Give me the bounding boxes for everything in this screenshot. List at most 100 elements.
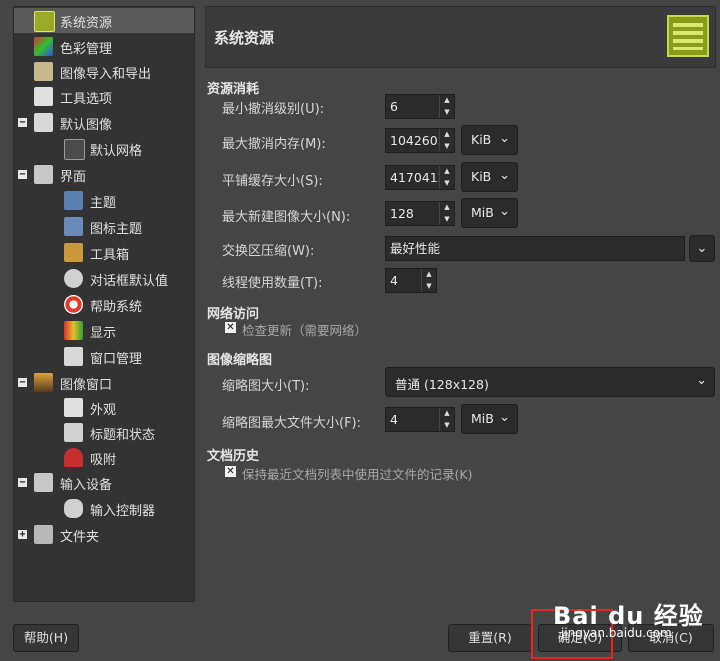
thumbnail-max-size-spinner[interactable]: 4 ▲ ▼: [385, 407, 455, 432]
sidebar-item-snapping[interactable]: 吸附: [14, 445, 194, 470]
threads-label: 线程使用数量(T):: [222, 276, 323, 291]
keep-record-checkbox[interactable]: ✕: [225, 466, 236, 477]
sidebar-item-toolbox[interactable]: 工具箱: [14, 240, 194, 265]
chevron-down-icon: ⌄: [499, 168, 510, 183]
threads-spinner[interactable]: 4 ▲ ▼: [385, 268, 437, 293]
collapse-icon[interactable]: −: [18, 478, 27, 488]
check-updates-label: 检查更新（需要网络）: [242, 323, 368, 338]
lifebuoy-icon: [64, 295, 83, 314]
decrement-icon[interactable]: ▼: [422, 281, 436, 293]
window-management-icon: [64, 347, 83, 366]
increment-icon[interactable]: ▲: [422, 269, 436, 281]
sidebar-item-interface[interactable]: − 界面: [14, 162, 194, 187]
sidebar-item-image-window[interactable]: − 图像窗口: [14, 370, 194, 395]
dialog-defaults-icon: [64, 269, 83, 288]
memory-chip-icon: [667, 15, 709, 57]
chevron-down-icon: ⌄: [499, 204, 510, 219]
image-import-icon: [34, 62, 53, 81]
expand-icon[interactable]: +: [18, 530, 27, 540]
sidebar-item-tool-options[interactable]: 工具选项: [14, 84, 194, 109]
undo-memory-spinner[interactable]: 1042603 ▲▼: [385, 128, 455, 153]
decrement-icon[interactable]: ▼: [440, 178, 454, 190]
thumbnail-max-size-value[interactable]: 4: [386, 408, 439, 431]
input-devices-icon: [34, 473, 53, 492]
input-controllers-icon: [64, 499, 83, 518]
thumbnail-max-size-unit-select[interactable]: MiB ⌄: [461, 404, 518, 434]
magnet-icon: [64, 448, 83, 467]
sidebar-item-default-grid[interactable]: 默认网格: [14, 136, 194, 161]
undo-levels-value[interactable]: 6: [386, 95, 439, 118]
interface-icon: [34, 165, 53, 184]
sidebar-item-display[interactable]: 显示: [14, 318, 194, 343]
sidebar-item-window-management[interactable]: 窗口管理: [14, 344, 194, 369]
threads-value[interactable]: 4: [386, 269, 421, 292]
decrement-icon[interactable]: ▼: [440, 214, 454, 226]
swap-compression-label: 交换区压缩(W):: [222, 244, 315, 259]
tile-cache-value[interactable]: 4170412: [386, 166, 439, 189]
icon-theme-icon: [64, 217, 83, 236]
tile-cache-unit-select[interactable]: KiB ⌄: [461, 162, 518, 192]
sidebar-item-folders[interactable]: + 文件夹: [14, 522, 194, 547]
collapse-icon[interactable]: −: [18, 378, 27, 388]
reset-button[interactable]: 重置(R): [448, 624, 532, 652]
check-updates-checkbox[interactable]: ✕: [225, 322, 236, 333]
grid-icon: [64, 139, 85, 160]
chevron-down-icon: ⌄: [499, 131, 510, 146]
title-status-icon: [64, 423, 83, 442]
keep-record-label: 保持最近文档列表中使用过文件的记录(K): [242, 467, 473, 482]
collapse-icon[interactable]: −: [18, 170, 27, 180]
decrement-icon[interactable]: ▼: [440, 107, 454, 119]
color-management-icon: [34, 37, 53, 56]
chevron-down-icon: ⌄: [696, 241, 708, 256]
swap-compression-dropdown-button[interactable]: ⌄: [689, 235, 715, 262]
undo-memory-unit-select[interactable]: KiB ⌄: [461, 125, 518, 155]
undo-memory-label: 最大撤消内存(M):: [222, 137, 326, 152]
decrement-icon[interactable]: ▼: [440, 141, 454, 153]
max-new-image-unit: MiB: [471, 205, 494, 220]
help-button[interactable]: 帮助(H): [13, 624, 79, 652]
toolbox-icon: [64, 243, 83, 262]
section-resource-consumption: 资源消耗: [207, 82, 260, 97]
page-header: 系统资源: [205, 6, 716, 68]
chevron-down-icon: ⌄: [696, 373, 707, 388]
sidebar-item-title-and-status[interactable]: 标题和状态: [14, 420, 194, 445]
thumbnail-size-label: 缩略图大小(T):: [222, 379, 310, 394]
undo-levels-spinner[interactable]: 6 ▲ ▼: [385, 94, 455, 119]
thumbnail-max-size-label: 缩略图最大文件大小(F):: [222, 416, 362, 431]
sidebar-item-input-controllers[interactable]: 输入控制器: [14, 496, 194, 521]
sidebar-item-default-image[interactable]: − 默认图像: [14, 110, 194, 135]
max-new-image-label: 最大新建图像大小(N):: [222, 210, 351, 225]
baidu-watermark: Bai du 经验 jingyan.baidu.com: [553, 596, 704, 640]
appearance-icon: [64, 398, 83, 417]
sidebar-item-image-import-export[interactable]: 图像导入和导出: [14, 59, 194, 84]
increment-icon[interactable]: ▲: [440, 166, 454, 178]
thumbnail-size-select[interactable]: 普通 (128x128) ⌄: [385, 367, 715, 397]
swap-compression-value[interactable]: 最好性能: [386, 237, 684, 260]
sidebar-item-help-system[interactable]: 帮助系统: [14, 292, 194, 317]
sidebar-item-system-resources[interactable]: 系统资源: [14, 8, 194, 33]
sidebar-item-input-devices[interactable]: − 输入设备: [14, 470, 194, 495]
sidebar-item-color-management[interactable]: 色彩管理: [14, 34, 194, 59]
sidebar-item-icon-theme[interactable]: 图标主题: [14, 214, 194, 239]
sidebar-item-dialog-defaults[interactable]: 对话框默认值: [14, 266, 194, 291]
tile-cache-spinner[interactable]: 4170412 ▲▼: [385, 165, 455, 190]
increment-icon[interactable]: ▲: [440, 95, 454, 107]
undo-memory-unit: KiB: [471, 132, 492, 147]
undo-levels-label: 最小撤消级别(U):: [222, 102, 325, 117]
undo-memory-value[interactable]: 1042603: [386, 129, 439, 152]
max-new-image-value[interactable]: 128: [386, 202, 439, 225]
sidebar-item-appearance[interactable]: 外观: [14, 395, 194, 420]
increment-icon[interactable]: ▲: [440, 408, 454, 420]
thumbnail-size-value: 普通 (128x128): [395, 377, 489, 392]
max-new-image-spinner[interactable]: 128 ▲ ▼: [385, 201, 455, 226]
section-document-history: 文档历史: [207, 449, 260, 464]
increment-icon[interactable]: ▲: [440, 202, 454, 214]
sidebar-item-theme[interactable]: 主题: [14, 188, 194, 213]
page-title: 系统资源: [214, 29, 275, 47]
increment-icon[interactable]: ▲: [440, 129, 454, 141]
max-new-image-unit-select[interactable]: MiB ⌄: [461, 198, 518, 228]
collapse-icon[interactable]: −: [18, 118, 27, 128]
decrement-icon[interactable]: ▼: [440, 420, 454, 432]
swap-compression-combo[interactable]: 最好性能: [385, 236, 685, 261]
check-icon: ✕: [226, 466, 235, 477]
